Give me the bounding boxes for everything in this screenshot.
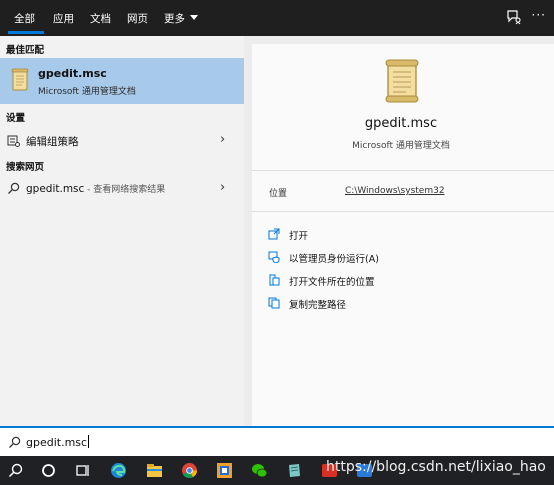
settings-result-label: 编辑组策略 xyxy=(26,136,79,148)
search-icon xyxy=(9,436,21,448)
text-cursor xyxy=(88,435,90,448)
open-icon xyxy=(268,228,280,240)
search-box[interactable]: gpedit.msc xyxy=(0,426,554,456)
chevron-right-icon[interactable]: › xyxy=(220,132,225,147)
tab-all[interactable]: 全部 xyxy=(14,11,35,26)
search-web-heading: 搜索网页 xyxy=(6,162,45,173)
copy-path-icon xyxy=(268,297,280,309)
action-copy-full-path-label: 复制完整路径 xyxy=(289,300,347,311)
web-search-hint: - 查看网络搜索结果 xyxy=(84,185,166,195)
location-label: 位置 xyxy=(269,189,288,199)
search-input-value: gpedit.msc xyxy=(26,436,88,449)
task-view-icon[interactable] xyxy=(75,462,92,479)
action-open-file-location[interactable]: 打开文件所在的位置 xyxy=(268,272,468,290)
search-input[interactable]: gpedit.msc xyxy=(26,435,90,449)
action-copy-full-path[interactable]: 复制完整路径 xyxy=(268,295,468,313)
notepad-app-icon[interactable] xyxy=(286,462,303,479)
file-explorer-icon[interactable] xyxy=(146,462,163,479)
edge-browser-icon[interactable] xyxy=(110,462,127,479)
web-search-result[interactable]: gpedit.msc - 查看网络搜索结果 › xyxy=(0,178,244,200)
tab-apps[interactable]: 应用 xyxy=(53,11,74,26)
scroll-document-icon xyxy=(11,68,29,91)
caret-down-icon xyxy=(190,15,199,20)
settings-heading: 设置 xyxy=(6,113,26,124)
divider xyxy=(252,170,554,171)
action-open-label: 打开 xyxy=(289,231,309,242)
chevron-right-icon[interactable]: › xyxy=(220,180,225,195)
tab-web[interactable]: 网页 xyxy=(127,11,148,26)
admin-shield-icon xyxy=(268,251,280,263)
wechat-icon[interactable] xyxy=(251,462,268,479)
action-open-file-location-label: 打开文件所在的位置 xyxy=(289,277,375,288)
best-match-result[interactable]: gpedit.msc Microsoft 通用管理文档 xyxy=(0,58,244,104)
web-search-query: gpedit.msc xyxy=(26,183,85,195)
detail-title: gpedit.msc xyxy=(364,116,438,131)
settings-result-edit-group-policy[interactable]: 编辑组策略 › xyxy=(0,130,244,152)
active-tab-indicator xyxy=(8,31,44,34)
search-filter-bar: 全部 应用 文档 网页 更多 ··· xyxy=(0,0,554,36)
tab-more[interactable]: 更多 xyxy=(164,11,199,26)
best-match-subtitle: Microsoft 通用管理文档 xyxy=(38,87,136,97)
action-run-as-admin[interactable]: 以管理员身份运行(A) xyxy=(268,249,468,267)
feedback-icon[interactable] xyxy=(506,9,522,25)
search-icon xyxy=(8,182,20,194)
tab-more-label: 更多 xyxy=(164,13,185,25)
best-match-heading: 最佳匹配 xyxy=(6,45,45,56)
app-window-icon[interactable] xyxy=(216,462,233,479)
tab-documents[interactable]: 文档 xyxy=(90,11,111,26)
watermark: https://blog.csdn.net/lixiao_hao xyxy=(326,459,546,475)
scroll-document-icon xyxy=(385,59,419,103)
action-open[interactable]: 打开 xyxy=(268,226,468,244)
file-location-icon xyxy=(269,274,280,286)
search-icon[interactable] xyxy=(7,462,24,479)
more-options-button[interactable]: ··· xyxy=(532,8,546,22)
divider xyxy=(252,211,554,212)
results-pane: 最佳匹配 gpedit.msc Microsoft 通用管理文档 设置 编辑组策… xyxy=(0,36,244,426)
detail-pane: gpedit.msc Microsoft 通用管理文档 位置 C:\Window… xyxy=(252,44,554,426)
cortana-icon[interactable] xyxy=(40,462,57,479)
web-search-label: gpedit.msc - 查看网络搜索结果 xyxy=(26,182,165,195)
chrome-browser-icon[interactable] xyxy=(181,462,198,479)
action-run-as-admin-label: 以管理员身份运行(A) xyxy=(289,254,379,265)
best-match-title: gpedit.msc xyxy=(38,67,107,80)
location-link[interactable]: C:\Windows\system32 xyxy=(345,186,445,196)
group-policy-settings-icon xyxy=(7,135,20,147)
detail-subtitle: Microsoft 通用管理文档 xyxy=(352,141,450,151)
